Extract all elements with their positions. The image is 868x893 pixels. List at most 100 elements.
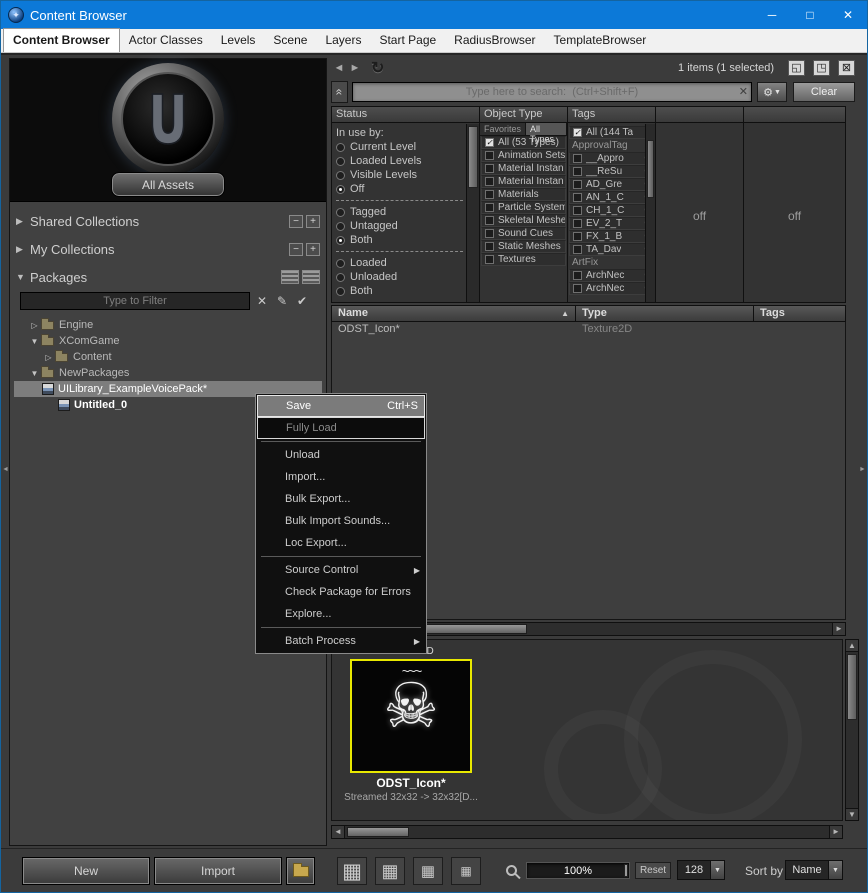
scroll-down-icon[interactable]: ▼ bbox=[846, 808, 858, 820]
list-view-icon[interactable] bbox=[281, 270, 299, 284]
menu-item-bulk-import-sounds[interactable]: Bulk Import Sounds... bbox=[257, 510, 425, 532]
scroll-right-icon[interactable]: ► bbox=[829, 826, 842, 838]
menu-item-batch-process[interactable]: Batch Process ▶ bbox=[257, 630, 425, 652]
open-folder-button[interactable] bbox=[286, 857, 315, 885]
preview-vscrollbar[interactable]: ▲ ▼ bbox=[845, 639, 859, 821]
sort-by-dropdown[interactable]: Name ▼ bbox=[785, 860, 843, 880]
tag-option[interactable]: TA_Dav0 bbox=[569, 243, 654, 256]
thumbnail-size-medium-button[interactable]: ▦ bbox=[375, 857, 405, 885]
close-button[interactable]: ✕ bbox=[829, 1, 867, 29]
menu-item-loc-export[interactable]: Loc Export... bbox=[257, 532, 425, 554]
thumbnail-size-dropdown[interactable]: 128 ▼ bbox=[677, 860, 725, 880]
type-option-material-instance-1[interactable]: Material Instan bbox=[481, 162, 566, 175]
menu-item-import[interactable]: Import... bbox=[257, 466, 425, 488]
tab-layers[interactable]: Layers bbox=[316, 29, 370, 52]
shared-collections-header[interactable]: ▶ Shared Collections − + bbox=[16, 211, 320, 231]
zoom-slider[interactable]: 100% bbox=[526, 862, 630, 879]
scroll-up-icon[interactable]: ▲ bbox=[846, 640, 858, 652]
status-option-unloaded[interactable]: Unloaded bbox=[336, 270, 465, 284]
collapse-right-panel-arrow[interactable]: ► bbox=[858, 457, 867, 481]
type-option-particle-systems[interactable]: Particle System bbox=[481, 201, 566, 214]
collapse-left-panel-arrow[interactable]: ◄ bbox=[1, 457, 10, 481]
add-collection-button[interactable]: + bbox=[306, 242, 320, 256]
menu-item-source-control[interactable]: Source Control ▶ bbox=[257, 559, 425, 581]
tab-content-browser[interactable]: Content Browser bbox=[3, 28, 120, 52]
tags-option-all[interactable]: ✓ All (144 Ta bbox=[569, 126, 654, 139]
back-icon[interactable]: ◄ bbox=[331, 62, 347, 74]
asset-row-odst-icon[interactable]: ODST_Icon* Texture2D bbox=[332, 322, 845, 336]
type-option-textures[interactable]: Textures bbox=[481, 253, 566, 266]
status-option-loaded[interactable]: Loaded bbox=[336, 256, 465, 270]
scroll-right-icon[interactable]: ► bbox=[832, 623, 845, 635]
type-option-skeletal-meshes[interactable]: Skeletal Meshe bbox=[481, 214, 566, 227]
type-option-all[interactable]: ✓ All (53 Types) bbox=[481, 136, 566, 149]
tab-start-page[interactable]: Start Page bbox=[370, 29, 445, 52]
all-assets-button[interactable]: All Assets bbox=[111, 172, 225, 197]
menu-item-unload[interactable]: Unload bbox=[257, 444, 425, 466]
status-option-loaded-levels[interactable]: Loaded Levels bbox=[336, 154, 465, 168]
status-option-both-loaded[interactable]: Both bbox=[336, 284, 465, 298]
menu-item-check-package-for-errors[interactable]: Check Package for Errors bbox=[257, 581, 425, 603]
packages-header[interactable]: ▼ Packages bbox=[16, 267, 320, 287]
tree-item-content[interactable]: ▷ Content bbox=[14, 349, 322, 365]
tag-option[interactable]: ArchNec0 bbox=[569, 282, 654, 295]
tag-option[interactable]: CH_1_C0 bbox=[569, 204, 654, 217]
column-header-type[interactable]: Type bbox=[576, 306, 754, 321]
maximize-button[interactable]: □ bbox=[791, 1, 829, 29]
tag-option[interactable]: ArchNec0 bbox=[569, 269, 654, 282]
remove-collection-button[interactable]: − bbox=[289, 214, 303, 228]
chevron-down-icon[interactable]: ▼ bbox=[710, 861, 724, 879]
detail-view-icon[interactable] bbox=[302, 270, 320, 284]
package-filter-input[interactable] bbox=[20, 292, 250, 310]
type-option-material-instance-2[interactable]: Material Instan bbox=[481, 175, 566, 188]
close-pane-icon[interactable]: ⊠ bbox=[838, 60, 855, 76]
forward-icon[interactable]: ► bbox=[347, 62, 363, 74]
all-types-tab[interactable]: All Types bbox=[526, 123, 567, 144]
collapse-arrow-icon[interactable]: ▼ bbox=[28, 337, 41, 346]
expand-arrow-icon[interactable]: ▷ bbox=[28, 321, 41, 330]
status-scrollbar[interactable] bbox=[466, 124, 479, 302]
scrollbar-thumb[interactable] bbox=[347, 827, 409, 837]
thumbnail-size-large-button[interactable]: ▦ bbox=[337, 857, 367, 885]
tab-levels[interactable]: Levels bbox=[212, 29, 265, 52]
clone-window-icon[interactable]: ◱ bbox=[788, 60, 805, 76]
clear-button[interactable]: Clear bbox=[793, 82, 855, 102]
column-header-name[interactable]: Name ▲ bbox=[332, 306, 576, 321]
preview-hscrollbar[interactable]: ◄ ► bbox=[331, 825, 843, 839]
favorites-tab[interactable]: Favorites bbox=[480, 123, 527, 135]
remove-collection-button[interactable]: − bbox=[289, 242, 303, 256]
refresh-icon[interactable]: ↻ bbox=[371, 58, 384, 78]
tag-option[interactable]: EV_2_T0 bbox=[569, 217, 654, 230]
popout-window-icon[interactable]: ◳ bbox=[813, 60, 830, 76]
new-button[interactable]: New bbox=[22, 857, 150, 885]
tab-scene[interactable]: Scene bbox=[264, 29, 316, 52]
clear-filter-icon[interactable]: ✕ bbox=[254, 294, 270, 308]
add-collection-button[interactable]: + bbox=[306, 214, 320, 228]
status-option-visible-levels[interactable]: Visible Levels bbox=[336, 168, 465, 182]
scroll-left-icon[interactable]: ◄ bbox=[332, 826, 345, 838]
type-option-animation-sets[interactable]: Animation Sets bbox=[481, 149, 566, 162]
menu-item-explore[interactable]: Explore... bbox=[257, 603, 425, 625]
type-option-sound-cues[interactable]: Sound Cues bbox=[481, 227, 566, 240]
tab-template-browser[interactable]: TemplateBrowser bbox=[545, 29, 656, 52]
column-header-tags[interactable]: Tags bbox=[754, 306, 845, 321]
status-option-current-level[interactable]: Current Level bbox=[336, 140, 465, 154]
reset-zoom-button[interactable]: Reset bbox=[635, 862, 671, 879]
tag-option[interactable]: __ReSu0 bbox=[569, 165, 654, 178]
scrollbar-thumb[interactable] bbox=[647, 140, 654, 198]
type-option-static-meshes[interactable]: Static Meshes bbox=[481, 240, 566, 253]
thumbnail-image[interactable]: ~~~ ☠ bbox=[350, 659, 472, 773]
collapse-filter-button[interactable]: « bbox=[331, 81, 348, 103]
scrollbar-thumb[interactable] bbox=[422, 624, 527, 634]
status-option-off[interactable]: Off bbox=[336, 182, 465, 196]
asset-thumbnail-tile[interactable]: Texture2D ~~~ ☠ ODST_Icon* Streamed 32x3… bbox=[340, 646, 482, 803]
tree-item-newpackages[interactable]: ▼ NewPackages bbox=[14, 365, 322, 381]
minimize-button[interactable]: ─ bbox=[753, 1, 791, 29]
type-option-materials[interactable]: Materials bbox=[481, 188, 566, 201]
tags-scrollbar[interactable] bbox=[645, 124, 655, 302]
pencil-icon[interactable]: ✎ bbox=[274, 294, 290, 308]
menu-item-bulk-export[interactable]: Bulk Export... bbox=[257, 488, 425, 510]
scrollbar-thumb[interactable] bbox=[847, 654, 857, 720]
title-bar[interactable]: ✦ Content Browser ─ □ ✕ bbox=[1, 1, 867, 29]
thumbnail-size-tiny-button[interactable]: ▦ bbox=[451, 857, 481, 885]
